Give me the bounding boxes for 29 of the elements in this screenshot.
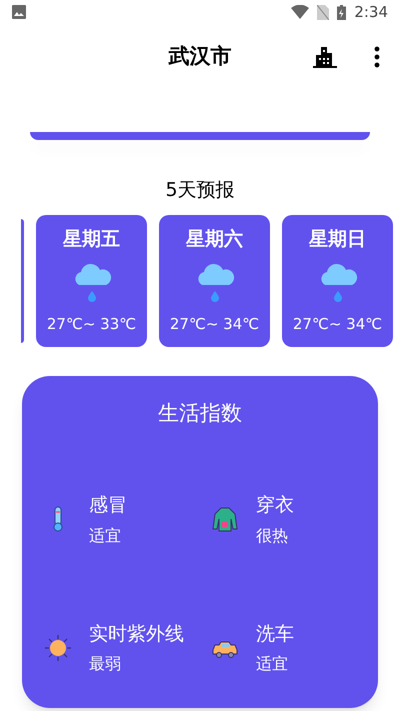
battery-charging-icon xyxy=(337,4,346,20)
buildings-icon xyxy=(312,46,338,68)
index-name: 穿衣 xyxy=(256,493,294,518)
forecast-day: 星期五 xyxy=(63,224,120,253)
life-index-title: 生活指数 xyxy=(158,400,242,426)
status-time: 2:34 xyxy=(354,2,388,23)
forecast-day: 星期日 xyxy=(309,224,366,253)
coat-icon xyxy=(211,505,239,534)
forecast-temperature: 27℃~ 33℃ xyxy=(46,314,136,335)
forecast-temperature: 27℃~ 34℃ xyxy=(292,314,382,335)
city-title: 武汉市 xyxy=(168,43,232,70)
forecast-card[interactable]: 星期六 27℃~ 34℃ xyxy=(159,214,270,346)
index-value: 适宜 xyxy=(89,524,122,546)
forecast-card[interactable]: 星期五 27℃~ 33℃ xyxy=(36,214,147,346)
forecast-day: 星期六 xyxy=(186,224,243,253)
forecast-card[interactable]: 星期日 27℃~ 34℃ xyxy=(282,214,393,346)
no-sim-icon xyxy=(317,4,330,20)
index-value: 很热 xyxy=(256,524,289,546)
image-icon xyxy=(12,5,26,19)
index-value: 适宜 xyxy=(256,653,289,675)
forecast-temperature: 27℃~ 34℃ xyxy=(170,314,260,335)
wifi-icon xyxy=(291,5,310,19)
index-name: 实时紫外线 xyxy=(89,622,184,646)
sun-icon xyxy=(44,634,72,662)
forecast-title: 5天预报 xyxy=(165,178,235,203)
index-value: 最弱 xyxy=(89,653,122,675)
index-name: 感冒 xyxy=(89,493,127,518)
more-vertical-icon xyxy=(374,46,380,68)
index-name: 洗车 xyxy=(256,622,294,646)
